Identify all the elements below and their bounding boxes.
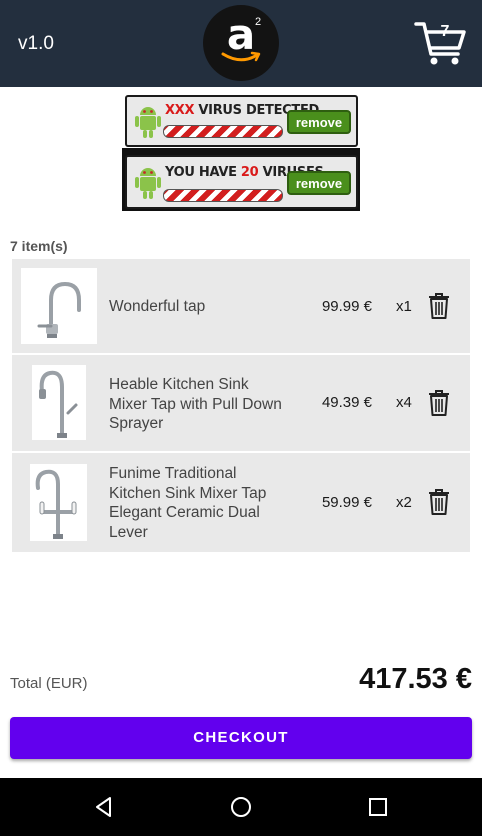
cart-row[interactable]: Wonderful tap 99.99 € x1 [12,259,470,353]
android-robot-icon [135,107,161,138]
total-value: 417.53 € [359,663,472,695]
trash-icon[interactable] [427,292,451,320]
product-name: Wonderful tap [109,298,206,315]
logo-superscript: 2 [255,16,262,28]
amazon-logo[interactable]: a 2 [203,5,279,81]
ad-remove-button[interactable]: remove [287,110,351,134]
cart-badge-count: 7 [440,23,450,40]
product-name: Funime Traditional Kitchen Sink Mixer Ta… [109,465,267,541]
product-price: 99.99 € [321,298,372,315]
trash-icon[interactable] [427,488,451,516]
trash-icon[interactable] [427,389,451,417]
product-quantity: x4 [396,394,412,411]
total-label: Total (EUR) [10,675,88,692]
cart-button[interactable]: 7 [414,20,466,66]
checkout-button[interactable]: CHECKOUT [10,717,472,759]
product-quantity: x2 [396,494,412,511]
product-name: Heable Kitchen Sink Mixer Tap with Pull … [109,376,282,432]
ad-banner-you-have-viruses[interactable]: YOU HAVE 20 VIRUSES remove [125,155,358,209]
product-price: 59.99 € [321,494,372,511]
cart-row[interactable]: Funime Traditional Kitchen Sink Mixer Ta… [12,453,470,552]
ad-banner-virus-detected[interactable]: XXX VIRUS DETECTED remove [125,95,358,147]
back-triangle-icon[interactable] [92,795,116,819]
system-nav-bar [0,778,482,836]
recents-square-icon[interactable] [366,795,390,819]
product-image [32,365,86,440]
home-circle-icon[interactable] [229,795,253,819]
app-bar: v1.0 a 2 7 [0,0,482,87]
faucet-image [37,281,81,338]
app-version: v1.0 [18,33,54,54]
faucet-image [39,370,78,438]
ad-remove-button[interactable]: remove [287,171,351,195]
product-image [21,268,97,344]
ad-progress-bar [163,125,283,138]
smile-arrow-icon [221,51,261,62]
cart-row[interactable]: Heable Kitchen Sink Mixer Tap with Pull … [12,355,470,451]
product-image [30,464,87,541]
cart-item-count: 7 item(s) [10,238,68,254]
ad-progress-bar [163,189,283,202]
android-robot-icon [135,168,161,199]
product-quantity: x1 [396,298,412,315]
product-price: 49.39 € [321,394,372,411]
faucet-image [35,469,77,539]
